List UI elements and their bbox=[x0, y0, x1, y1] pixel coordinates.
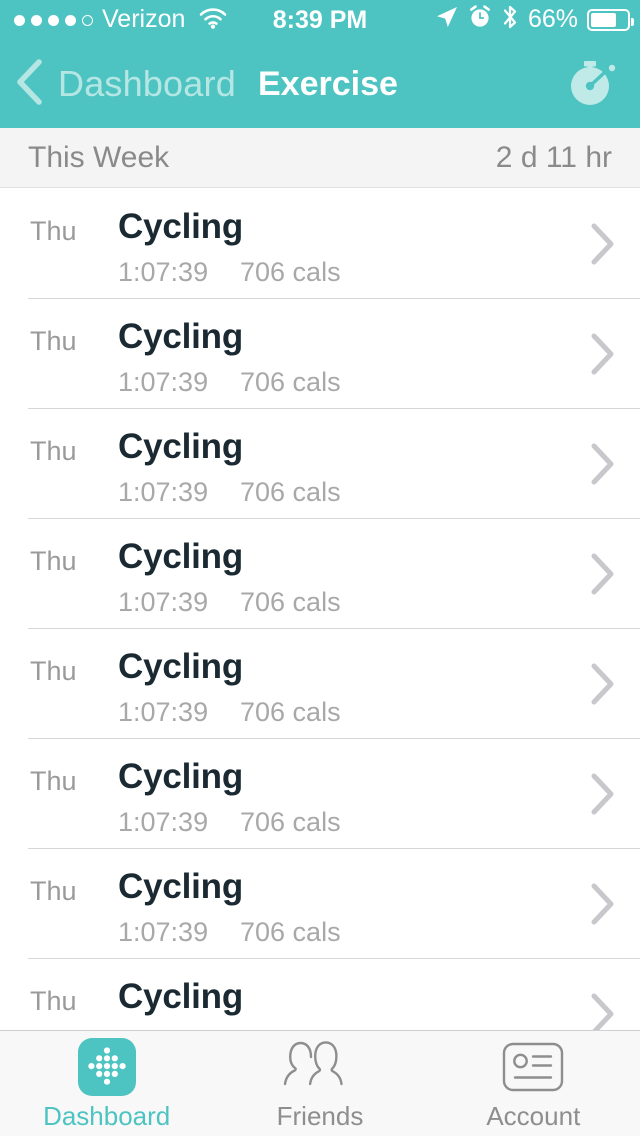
bluetooth-icon bbox=[501, 4, 519, 37]
exercise-row[interactable]: Thu Cycling 1:07:39706 cals bbox=[0, 849, 640, 959]
alarm-clock-icon bbox=[468, 5, 492, 36]
exercise-row-day: Thu bbox=[30, 766, 77, 797]
exercise-row[interactable]: Thu Cycling 1:07:39706 cals bbox=[0, 409, 640, 519]
two-people-icon bbox=[283, 1039, 357, 1095]
exercise-row-title: Cycling bbox=[118, 317, 243, 357]
exercise-row[interactable]: ThuCycling1:07:39706 cals bbox=[0, 959, 640, 1030]
section-title: This Week bbox=[28, 141, 169, 175]
exercise-row[interactable]: Thu Cycling 1:07:39706 cals bbox=[0, 189, 640, 299]
back-button-label: Dashboard bbox=[58, 63, 236, 105]
tab-friends-label: Friends bbox=[277, 1101, 364, 1132]
exercise-row-calories: 706 cals bbox=[240, 367, 341, 398]
location-arrow-icon bbox=[435, 5, 459, 36]
tab-dashboard-label: Dashboard bbox=[43, 1101, 170, 1132]
exercise-row-stats: 1:07:39706 cals bbox=[118, 477, 341, 508]
exercise-row-calories: 706 cals bbox=[240, 697, 341, 728]
app-screen: Verizon 8:39 PM bbox=[0, 0, 640, 1136]
exercise-row-duration: 1:07:39 bbox=[118, 477, 240, 508]
exercise-row-calories: 706 cals bbox=[240, 477, 341, 508]
chevron-left-icon bbox=[14, 58, 44, 111]
exercise-row[interactable]: Thu Cycling 1:07:39706 cals bbox=[0, 299, 640, 409]
chevron-right-icon bbox=[590, 883, 616, 930]
exercise-row[interactable]: Thu Cycling 1:07:39706 cals bbox=[0, 629, 640, 739]
exercise-row-title: Cycling bbox=[118, 427, 243, 467]
exercise-row-stats: 1:07:39706 cals bbox=[118, 257, 341, 288]
exercise-row-title: Cycling bbox=[118, 977, 243, 1017]
exercise-row-day: Thu bbox=[30, 876, 77, 907]
exercise-row-title: Cycling bbox=[118, 757, 243, 797]
chevron-right-icon bbox=[590, 553, 616, 600]
exercise-row-calories: 706 cals bbox=[240, 807, 341, 838]
exercise-row-title: Cycling bbox=[118, 207, 243, 247]
status-bar: Verizon 8:39 PM bbox=[0, 0, 640, 40]
section-total-value: 2 d 11 hr bbox=[496, 141, 612, 175]
fitbit-logo-icon bbox=[78, 1039, 136, 1095]
exercise-row-duration: 1:07:39 bbox=[118, 587, 240, 618]
exercise-row[interactable]: Thu Cycling 1:07:39706 cals bbox=[0, 739, 640, 849]
exercise-row-day: Thu bbox=[30, 436, 77, 467]
id-card-icon bbox=[502, 1039, 564, 1095]
exercise-row-duration: 1:07:39 bbox=[118, 807, 240, 838]
exercise-list[interactable]: ThuCycling1:07:39706 calsThuCycling1:07:… bbox=[0, 189, 640, 1030]
exercise-row-day: Thu bbox=[30, 326, 77, 357]
exercise-row-stats: 1:07:39706 cals bbox=[118, 587, 341, 618]
tab-account-label: Account bbox=[486, 1101, 580, 1132]
exercise-row-day: Thu bbox=[30, 546, 77, 577]
tab-dashboard[interactable]: Dashboard bbox=[0, 1031, 213, 1136]
back-button[interactable]: Dashboard bbox=[14, 40, 236, 128]
exercise-row-day: Thu bbox=[30, 216, 77, 247]
exercise-row-title: Cycling bbox=[118, 537, 243, 577]
chevron-right-icon bbox=[590, 773, 616, 820]
tab-bar: Dashboard Friends Account bbox=[0, 1030, 640, 1136]
stopwatch-button[interactable] bbox=[564, 40, 622, 128]
exercise-row[interactable]: Thu Cycling 1:07:39706 cals bbox=[0, 519, 640, 629]
navigation-bar: Dashboard Exercise bbox=[0, 40, 640, 128]
exercise-row-title: Cycling bbox=[118, 867, 243, 907]
exercise-row-day: Thu bbox=[30, 986, 77, 1017]
chevron-right-icon bbox=[590, 443, 616, 490]
exercise-row-title: Cycling bbox=[118, 647, 243, 687]
exercise-row-stats: 1:07:39706 cals bbox=[118, 917, 341, 948]
section-header: This Week 2 d 11 hr bbox=[0, 128, 640, 188]
exercise-row-calories: 706 cals bbox=[240, 587, 341, 618]
exercise-row-stats: 1:07:39706 cals bbox=[118, 367, 341, 398]
exercise-row-duration: 1:07:39 bbox=[118, 917, 240, 948]
battery-percent-label: 66% bbox=[528, 5, 578, 36]
exercise-row-calories: 706 cals bbox=[240, 917, 341, 948]
chevron-right-icon bbox=[590, 663, 616, 710]
exercise-row-duration: 1:07:39 bbox=[118, 697, 240, 728]
exercise-row-stats: 1:07:39706 cals bbox=[118, 807, 341, 838]
chevron-right-icon bbox=[590, 333, 616, 380]
exercise-row-stats: 1:07:39706 cals bbox=[118, 697, 341, 728]
stopwatch-icon bbox=[564, 53, 622, 116]
exercise-row-duration: 1:07:39 bbox=[118, 257, 240, 288]
exercise-row-day: Thu bbox=[30, 656, 77, 687]
tab-account[interactable]: Account bbox=[427, 1031, 640, 1136]
battery-icon bbox=[587, 9, 630, 31]
exercise-row-duration: 1:07:39 bbox=[118, 367, 240, 398]
page-title: Exercise bbox=[258, 40, 398, 128]
chevron-right-icon bbox=[590, 223, 616, 270]
tab-friends[interactable]: Friends bbox=[213, 1031, 426, 1136]
chevron-right-icon bbox=[590, 993, 616, 1030]
exercise-row-calories: 706 cals bbox=[240, 257, 341, 288]
status-bar-right: 66% bbox=[435, 0, 630, 40]
